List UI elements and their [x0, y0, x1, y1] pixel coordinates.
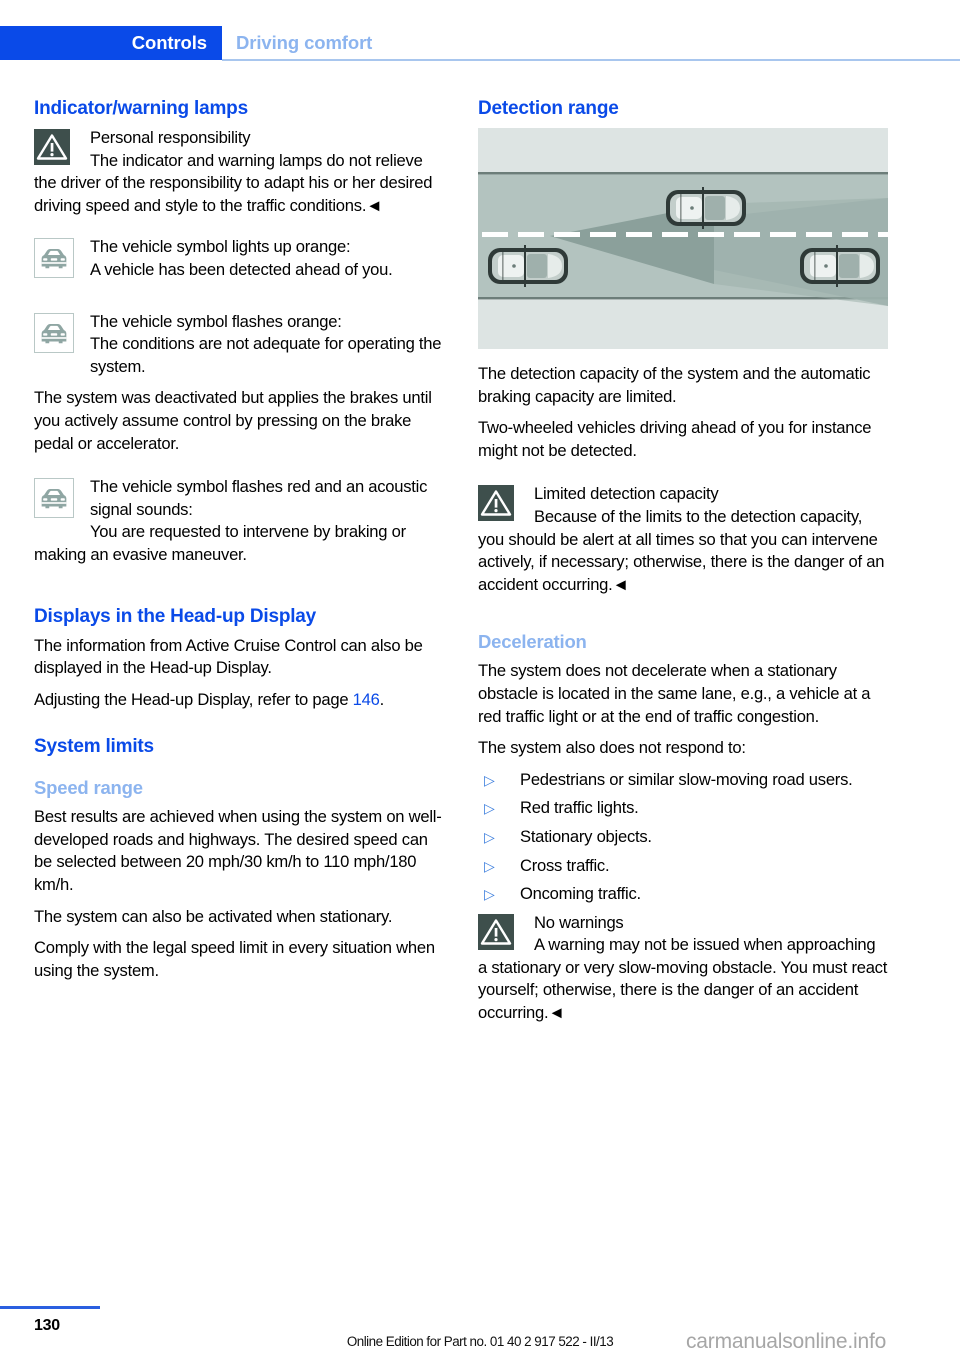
warning-triangle-icon	[478, 913, 518, 954]
header-divider	[222, 59, 960, 61]
list-item-label: Red traffic lights.	[520, 798, 639, 818]
lamp-block-orange-steady: The vehicle symbol lights up orange: A v…	[34, 236, 444, 281]
no-response-list: ▷ Pedestrians or similar slow-moving roa…	[478, 769, 888, 906]
warning-body: Because of the limits to the detection c…	[478, 506, 885, 594]
warning-body: The indicator and warning lamps do not r…	[34, 150, 433, 215]
heading-detection-range: Detection range	[478, 98, 619, 119]
bullet-triangle-icon: ▷	[484, 857, 495, 874]
heading-displays-head-up-display: Displays in the Head-up Display	[34, 605, 317, 627]
paragraph-hud-adjust: Adjusting the Head-up Display, refer to …	[34, 689, 444, 712]
header-tab-bar: Controls Driving comfort	[0, 26, 960, 60]
heading-speed-range: Speed range	[34, 777, 143, 799]
footer-divider	[0, 1306, 100, 1309]
bullet-triangle-icon: ▷	[484, 800, 495, 817]
vehicle-front-icon	[34, 478, 74, 519]
page-header: Controls Driving comfort	[0, 26, 960, 60]
paragraph-hud-adjust-period: .	[379, 689, 385, 709]
paragraph-two-wheeled: Two-wheeled vehicles driving ahead of yo…	[478, 418, 872, 460]
vehicle-front-icon	[34, 238, 74, 279]
site-watermark: carmanualsonline.info	[686, 1330, 887, 1353]
lead-vehicle-icon	[666, 187, 746, 229]
paragraph-no-response-intro: The system also does not respond to:	[478, 738, 746, 758]
list-item: ▷ Cross traffic.	[478, 855, 888, 878]
paragraph-deceleration-stationary: The system does not decelerate when a st…	[478, 661, 871, 726]
heading-deceleration: Deceleration	[478, 631, 587, 653]
breadcrumb-section: Driving comfort	[236, 32, 373, 53]
paragraph-hud-info: The information from Active Cruise Contr…	[34, 635, 423, 678]
right-column: Detection range Top-down view of a two-l…	[478, 98, 888, 1034]
warning-block-limited-detection: Limited detection capacity Because of th…	[478, 483, 888, 596]
breadcrumb-chapter: Controls	[0, 26, 222, 60]
paragraph-hud-adjust-text: Adjusting the Head-up Display, refer to …	[34, 689, 353, 709]
list-item: ▷ Red traffic lights.	[478, 797, 888, 820]
list-item-label: Cross traffic.	[520, 855, 610, 875]
lamp-body: A vehicle has been detected ahead of you…	[90, 259, 393, 279]
list-item: ▷ Oncoming traffic.	[478, 883, 888, 906]
warning-body: A warning may not be issued when approac…	[478, 935, 888, 1023]
host-vehicle-icon	[488, 245, 568, 287]
list-item: ▷ Pedestrians or similar slow-moving roa…	[478, 769, 888, 792]
lamp-body: The conditions are not adequate for oper…	[90, 334, 442, 376]
warning-title: No warnings	[534, 912, 624, 932]
detection-range-figure: Top-down view of a two-lane road showing…	[478, 128, 888, 349]
lamp-block-red-flashing: The vehicle symbol flashes red and an ac…	[34, 476, 444, 566]
lamp-body: You are requested to intervene by brakin…	[34, 522, 406, 564]
page-number: 130	[34, 1317, 60, 1334]
heading-system-limits: System limits	[34, 736, 154, 758]
warning-block-no-warnings: No warnings A warning may not be issued …	[478, 912, 888, 1025]
warning-title: Limited detection capacity	[534, 484, 719, 504]
list-item: ▷ Stationary objects.	[478, 826, 888, 849]
lamp-title: The vehicle symbol flashes red and an ac…	[90, 477, 428, 519]
heading-indicator-warning-lamps: Indicator/warning lamps	[34, 98, 248, 119]
paragraph-system-deactivated: The system was deactivated but applies t…	[34, 388, 432, 453]
list-item-label: Oncoming traffic.	[520, 884, 641, 904]
lamp-title: The vehicle symbol flashes orange:	[90, 311, 342, 331]
lamp-title: The vehicle symbol lights up orange:	[90, 237, 351, 257]
bullet-triangle-icon: ▷	[484, 771, 495, 788]
vehicle-front-icon	[34, 312, 74, 353]
list-item-label: Stationary objects.	[520, 826, 652, 846]
lane-divider-dashes	[482, 232, 888, 237]
warning-block-personal-responsibility: Personal responsibility The indicator an…	[34, 127, 444, 217]
paragraph-detection-capacity: The detection capacity of the system and…	[478, 364, 871, 406]
page-reference-link[interactable]: 146	[353, 690, 380, 709]
left-column: Indicator/warning lamps Personal respons…	[34, 98, 444, 991]
lamp-block-orange-flashing: The vehicle symbol flashes orange: The c…	[34, 311, 444, 379]
far-vehicle-icon	[800, 245, 880, 287]
warning-triangle-icon	[478, 485, 518, 525]
warning-title: Personal responsibility	[90, 128, 251, 147]
paragraph-speed-legal-limit: Comply with the legal speed limit in eve…	[34, 938, 435, 980]
bullet-triangle-icon: ▷	[484, 828, 495, 845]
bullet-triangle-icon: ▷	[484, 886, 495, 903]
paragraph-speed-best-results: Best results are achieved when using the…	[34, 807, 442, 895]
paragraph-speed-stationary: The system can also be activated when st…	[34, 906, 393, 926]
warning-triangle-icon	[34, 129, 74, 169]
list-item-label: Pedestrians or similar slow-moving road …	[520, 769, 853, 789]
